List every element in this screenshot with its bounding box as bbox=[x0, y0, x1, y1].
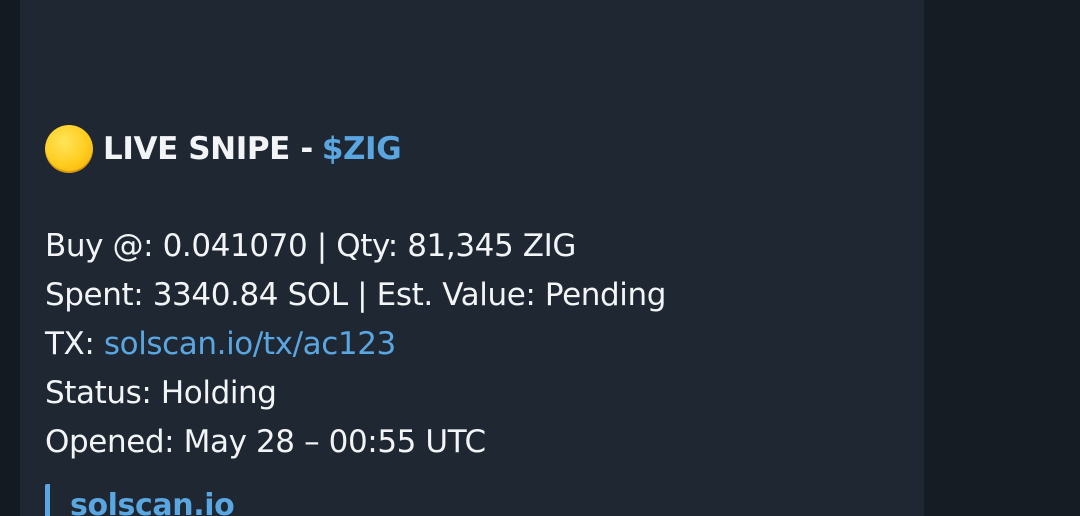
message-title: LIVE SNIPE - $ZIG bbox=[45, 124, 666, 174]
status-line: Status: Holding bbox=[45, 375, 277, 411]
chat-background-right bbox=[924, 0, 1080, 516]
opened-line: Opened: May 28 – 00:55 UTC bbox=[45, 424, 486, 460]
spent-line: Spent: 3340.84 SOL | Est. Value: Pending bbox=[45, 277, 667, 313]
message-text: LIVE SNIPE - $ZIG Buy @: 0.041070 | Qty:… bbox=[45, 124, 666, 467]
token-cashtag[interactable]: $ZIG bbox=[322, 131, 402, 167]
link-preview-site-name[interactable]: solscan.io bbox=[70, 488, 235, 516]
tx-label: TX: bbox=[45, 326, 104, 362]
chat-background-left bbox=[0, 0, 20, 516]
yellow-circle-icon bbox=[45, 125, 93, 173]
link-preview[interactable]: solscan.io bbox=[45, 484, 235, 516]
tx-link[interactable]: solscan.io/tx/ac123 bbox=[104, 326, 396, 362]
tx-line: TX: solscan.io/tx/ac123 bbox=[45, 320, 666, 369]
title-prefix: LIVE SNIPE - bbox=[103, 131, 313, 167]
message-bubble[interactable]: LIVE SNIPE - $ZIG Buy @: 0.041070 | Qty:… bbox=[20, 0, 924, 516]
buy-line: Buy @: 0.041070 | Qty: 81,345 ZIG bbox=[45, 228, 576, 264]
